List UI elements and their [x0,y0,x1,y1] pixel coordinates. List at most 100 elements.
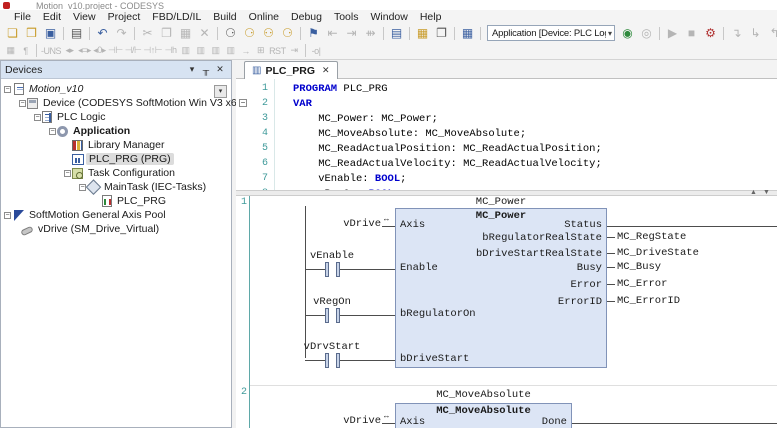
new-device-icon[interactable]: ▦ [413,25,432,41]
contact-icon[interactable] [325,262,329,277]
cut-icon[interactable]: ✂ [138,25,157,41]
insert-block-3-icon[interactable]: ▥ [208,43,223,59]
pin-status[interactable]: Status [564,219,602,231]
tree-row[interactable]: − MainTask (IEC-Tasks) [1,180,231,194]
pin-axis[interactable]: Axis [400,416,425,428]
stop-icon[interactable]: ■ [682,25,701,41]
open-project-icon[interactable]: ❒ [22,25,41,41]
var-vdrive[interactable]: vDrive [331,415,381,427]
window[interactable]: Window [364,11,413,23]
tree-expander-icon[interactable]: − [19,100,26,107]
insert-negated-contact-icon[interactable]: ⊣/⊢ [124,43,143,59]
print-icon[interactable]: ▤ [67,25,86,41]
tree-row[interactable]: − Application [1,124,231,138]
step-out-icon[interactable]: ↰ [765,25,777,41]
project[interactable]: Project [102,11,147,23]
close-icon[interactable]: ✕ [213,64,227,75]
pin-bdrivestart[interactable]: bDriveStart [400,353,469,365]
var-mc-regstate[interactable]: MC_RegState [617,231,686,243]
mc-moveabsolute-block[interactable]: MC_MoveAbsolute Axis Done [395,403,572,428]
paste-icon[interactable]: ▦ [176,25,195,41]
insert-block-2-icon[interactable]: ▥ [193,43,208,59]
start-icon[interactable]: ▶ [663,25,682,41]
tree-row[interactable]: − SoftMotion General Axis Pool [1,208,231,222]
pin-busy[interactable]: Busy [577,262,602,274]
step-into-icon[interactable]: ↳ [746,25,765,41]
build[interactable]: Build [207,11,242,23]
tree-row[interactable]: − Task Configuration [1,166,231,180]
new-project-icon[interactable]: ❏ [3,25,22,41]
insert-edge-contact-icon[interactable]: ⊣↑⊢ [142,43,163,59]
pin-error[interactable]: Error [570,279,602,291]
tab-plc-prg[interactable]: ▥ PLC_PRG ✕ [244,61,338,79]
tree-row[interactable]: PLC_PRG [1,194,231,208]
insert-assignment-icon[interactable]: -o| [309,43,324,59]
insert-block-icon[interactable]: ▥ [178,43,193,59]
delete-icon[interactable]: ✕ [195,25,214,41]
tree-expander-icon[interactable]: − [34,114,41,121]
insert-contact2-icon[interactable]: ⊣⊢ [107,43,124,59]
refactor-icon[interactable]: ▤ [387,25,406,41]
contact-icon[interactable] [325,308,329,323]
splitter-up-icon[interactable]: ▲ [750,189,757,196]
var-mc-busy[interactable]: MC_Busy [617,261,661,273]
var-mc-drivestate[interactable]: MC_DriveState [617,247,699,259]
step-over-icon[interactable]: ↴ [727,25,746,41]
clear-bookmarks-icon[interactable]: ⇻ [361,25,380,41]
online[interactable]: Online [243,11,285,23]
pin-axis[interactable]: Axis [400,219,425,231]
insert-comment-icon[interactable]: ¶ [18,43,33,59]
tree-expander-icon[interactable]: − [4,212,11,219]
contact-icon[interactable] [325,353,329,368]
insert-coil-icon[interactable]: ⊣h [163,43,178,59]
help[interactable]: Help [414,11,448,23]
tree-row[interactable]: − PLC Logic [1,110,231,124]
insert-negated-parallel-icon[interactable]: ◂0▸ [92,43,107,59]
copy-icon[interactable]: ❐ [157,25,176,41]
tree-row[interactable]: Library Manager [1,138,231,152]
logout-icon[interactable]: ◎ [637,25,656,41]
pin-icon[interactable]: ╥ [199,65,213,75]
insert-box-icon[interactable]: ⊞ [253,43,268,59]
block-instance-name[interactable]: MC_Power [395,196,607,208]
build-icon[interactable]: ▦ [458,25,477,41]
tab-close-icon[interactable]: ✕ [322,65,330,76]
contact-label-vdrvstart[interactable]: vDrvStart [299,341,365,353]
insert-contact-icon[interactable]: ◂▸ [62,43,77,59]
tree-row[interactable]: PLC_PRG (PRG) [1,152,231,166]
pin-errorid[interactable]: ErrorID [558,296,602,308]
contact-label-venable[interactable]: vEnable [299,250,365,262]
edit[interactable]: Edit [37,11,67,23]
fold-collapse-icon[interactable]: − [239,99,247,107]
file[interactable]: File [8,11,37,23]
tree-expander-icon[interactable]: − [49,128,56,135]
tree-expander-icon[interactable]: − [4,86,11,93]
insert-block-4-icon[interactable]: ▥ [223,43,238,59]
mc-power-block[interactable]: MC_Power Axis Enable bRegulatorOn bDrive… [395,208,607,368]
declaration-line[interactable]: − 2 VAR [236,96,777,111]
insert-reset-icon[interactable]: RST [268,43,287,59]
save-icon[interactable]: ▣ [41,25,60,41]
find-icon[interactable]: ⚆ [221,25,240,41]
tools[interactable]: Tools [328,11,365,23]
declaration-line[interactable]: 7 vEnable: BOOL; [236,171,777,186]
contact-icon[interactable] [336,353,340,368]
redo-icon[interactable]: ↷ [112,25,131,41]
new-pou-icon[interactable]: ❐ [432,25,451,41]
replace-in-project-icon[interactable]: ⚆ [278,25,297,41]
insert-jump-icon[interactable]: → [238,43,253,59]
previous-bookmark-icon[interactable]: ⇤ [323,25,342,41]
pin-bdrivestartrealstate[interactable]: bDriveStartRealState [476,248,602,260]
tree-expander-icon[interactable]: − [64,170,71,177]
declaration-line[interactable]: 6 MC_ReadActualVelocity: MC_ReadActualVe… [236,156,777,171]
contact-icon[interactable] [336,262,340,277]
pin-bregulatoron[interactable]: bRegulatorOn [400,308,476,320]
find-in-project-icon[interactable]: ⚇ [259,25,278,41]
var-mc-error[interactable]: MC_Error [617,278,667,290]
insert-parallel-contact-icon[interactable]: ◂=▸ [77,43,92,59]
insert-return-icon[interactable]: ⇥ [287,43,302,59]
contact-icon[interactable] [336,308,340,323]
bookmark-icon[interactable]: ⚑ [304,25,323,41]
insert-uns-icon[interactable]: -UNS [40,43,62,59]
fbd-editor-body[interactable]: 1 MC_Power MC_Power Axis Enable bRegulat… [236,196,777,428]
